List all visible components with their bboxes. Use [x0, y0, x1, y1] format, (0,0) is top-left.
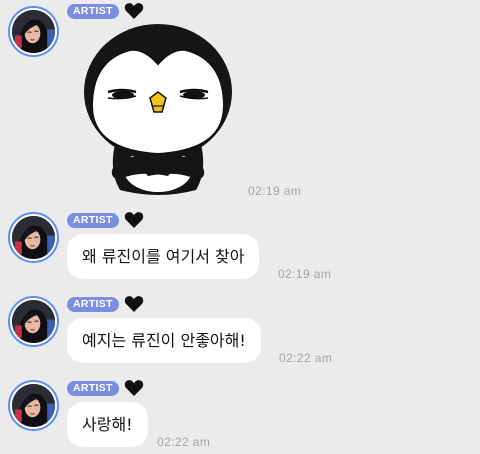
avatar-photo: [12, 300, 55, 343]
black-heart-icon: [124, 211, 144, 229]
artist-badge: ARTIST: [67, 213, 119, 228]
message-item: ARTIST 왜 류진이를 여기서 찾아 02:19 am: [0, 210, 480, 286]
black-heart-icon: [124, 379, 144, 397]
message-bubble[interactable]: 사랑해!: [67, 402, 148, 447]
avatar-photo: [12, 10, 55, 53]
avatar[interactable]: [8, 380, 59, 431]
black-heart-icon: [124, 295, 144, 313]
message-bubble[interactable]: 예지는 류진이 안좋아해!: [67, 318, 261, 363]
avatar[interactable]: [8, 296, 59, 347]
message-item: ARTIST 02:19 am: [0, 0, 480, 200]
avatar-photo: [12, 216, 55, 259]
smug-penguin-sticker[interactable]: [78, 20, 238, 198]
message-item: ARTIST 사랑해! 02:22 am: [0, 378, 480, 454]
avatar-photo: [12, 384, 55, 427]
avatar[interactable]: [8, 212, 59, 263]
artist-badge: ARTIST: [67, 381, 119, 396]
artist-badge: ARTIST: [67, 297, 119, 312]
message-time: 02:19 am: [278, 267, 332, 281]
artist-badge: ARTIST: [67, 4, 119, 19]
message-item: ARTIST 예지는 류진이 안좋아해! 02:22 am: [0, 294, 480, 370]
message-time: 02:19 am: [248, 184, 302, 198]
message-time: 02:22 am: [279, 351, 333, 365]
black-heart-icon: [124, 2, 144, 20]
message-time: 02:22 am: [157, 435, 211, 449]
avatar[interactable]: [8, 6, 59, 57]
message-bubble[interactable]: 왜 류진이를 여기서 찾아: [67, 234, 260, 279]
